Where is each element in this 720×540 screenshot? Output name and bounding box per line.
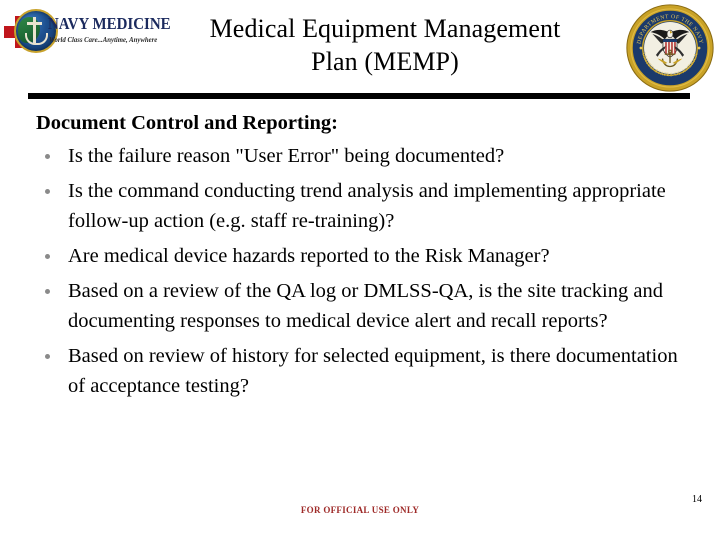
list-item: Is the failure reason "User Error" being… [36, 141, 684, 171]
list-item-text: Is the failure reason "User Error" being… [68, 145, 505, 167]
list-item-text: Based on a review of the QA log or DMLSS… [68, 280, 663, 332]
navy-medicine-tagline: World Class Care...Anytime, Anywhere [49, 35, 158, 44]
bullet-dot-icon [45, 254, 50, 259]
list-item: Based on review of history for selected … [36, 341, 684, 401]
section-heading: Document Control and Reporting: [36, 112, 338, 134]
page-title: Medical Equipment Management Plan (MEMP) [209, 14, 561, 76]
navy-medicine-logo: NAVY MEDICINE World Class Care...Anytime… [4, 7, 171, 55]
header-divider [28, 93, 690, 99]
bullet-list: Is the failure reason "User Error" being… [36, 141, 684, 401]
bullet-dot-icon [45, 154, 50, 159]
slide-header: NAVY MEDICINE World Class Care...Anytime… [0, 0, 720, 100]
page-number: 14 [692, 494, 702, 505]
classification-footer: FOR OFFICIAL USE ONLY [300, 505, 420, 515]
anchor-icon [26, 17, 46, 45]
slide: NAVY MEDICINE World Class Care...Anytime… [0, 0, 720, 540]
list-item-text: Based on review of history for selected … [68, 345, 678, 397]
bullet-dot-icon [45, 189, 50, 194]
list-item: Is the command conducting trend analysis… [36, 176, 684, 236]
list-item: Are medical device hazards reported to t… [36, 241, 684, 271]
list-item-text: Is the command conducting trend analysis… [68, 180, 666, 232]
list-item: Based on a review of the QA log or DMLSS… [36, 276, 684, 336]
list-item-text: Are medical device hazards reported to t… [68, 245, 550, 267]
department-of-navy-seal-icon: DEPARTMENT OF THE NAVY UNITED STATES OF … [626, 4, 714, 92]
slide-body: Document Control and Reporting: Is the f… [36, 110, 684, 406]
bullet-dot-icon [45, 354, 50, 359]
bullet-dot-icon [45, 289, 50, 294]
